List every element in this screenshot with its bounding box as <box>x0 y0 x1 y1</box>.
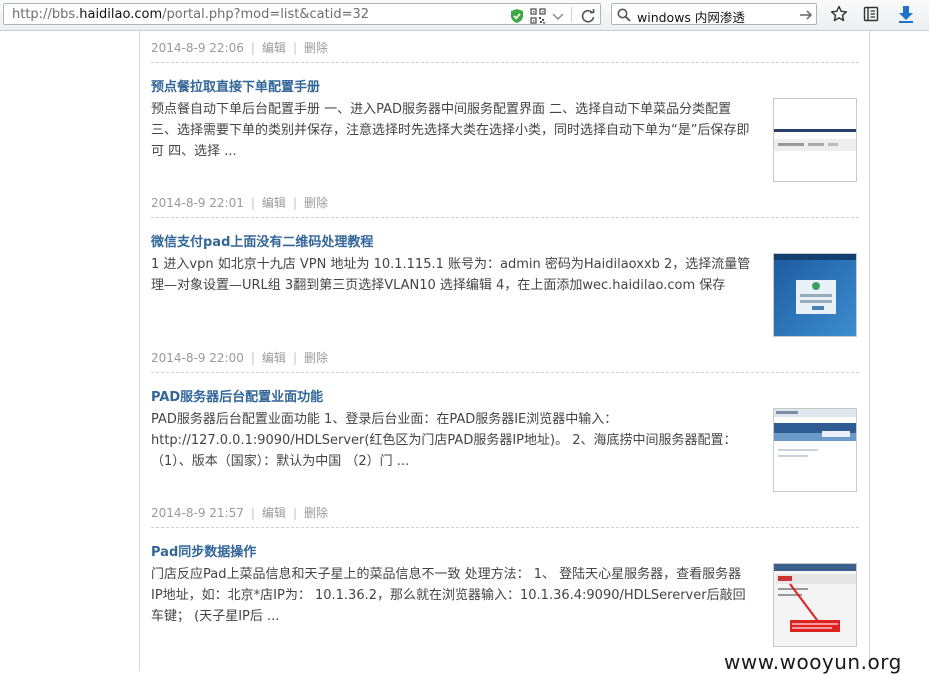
article-title[interactable]: PAD服务器后台配置业面功能 <box>151 386 323 405</box>
delete-link[interactable]: 删除 <box>304 196 328 210</box>
star-icon[interactable] <box>830 5 848 23</box>
article-date: 2014-8-9 22:01 <box>151 196 244 210</box>
article-summary: 预点餐自动下单后台配置手册 一、进入PAD服务器中间服务配置界面 二、选择自动下… <box>151 102 750 159</box>
article-meta: 2014-8-9 22:06 | 编辑 | 删除 <box>151 41 328 55</box>
article-thumbnail[interactable] <box>773 563 857 647</box>
article-thumbnail[interactable] <box>773 98 857 182</box>
search-bar[interactable]: windows 内网渗透 <box>611 3 817 25</box>
edit-link[interactable]: 编辑 <box>262 351 286 365</box>
article-date: 2014-8-9 22:06 <box>151 41 244 55</box>
article-thumbnail[interactable] <box>773 408 857 492</box>
delete-link[interactable]: 删除 <box>304 351 328 365</box>
clipboard-icon[interactable] <box>862 5 880 23</box>
article-meta: 2014-8-9 22:01 | 编辑 | 删除 <box>151 196 328 210</box>
download-arrow-icon[interactable] <box>896 4 916 24</box>
url-divider <box>571 7 572 22</box>
search-input[interactable]: windows 内网渗透 <box>637 7 745 26</box>
edit-link[interactable]: 编辑 <box>262 196 286 210</box>
address-bar[interactable]: http://bbs.haidilao.com/portal.php?mod=l… <box>3 3 601 25</box>
article-summary: 1 进入vpn 如北京十九店 VPN 地址为 10.1.115.1 账号为：ad… <box>151 257 751 293</box>
thumbnail-image <box>774 564 856 646</box>
article-meta: 2014-8-9 21:57 | 编辑 | 删除 <box>151 506 328 520</box>
article-date: 2014-8-9 22:00 <box>151 351 244 365</box>
page-viewport: 2014-8-9 22:06 | 编辑 | 删除 预点餐拉取直接下单配置手册 预点餐自动… <box>0 31 929 674</box>
edit-link[interactable]: 编辑 <box>262 41 286 55</box>
thumbnail-image <box>774 254 856 336</box>
chevron-down-icon[interactable] <box>550 8 566 24</box>
divider <box>151 372 859 373</box>
divider <box>151 527 859 528</box>
search-icon <box>617 8 631 22</box>
edit-link[interactable]: 编辑 <box>262 506 286 520</box>
article-title[interactable]: Pad同步数据操作 <box>151 541 256 560</box>
article-meta: 2014-8-9 22:00 | 编辑 | 删除 <box>151 351 328 365</box>
qr-code-icon[interactable] <box>530 8 546 24</box>
article-summary: PAD服务器后台配置业面功能 1、登录后台业面：在PAD服务器IE浏览器中输入：… <box>151 412 737 469</box>
arrow-right-icon[interactable] <box>798 7 814 23</box>
divider <box>151 217 859 218</box>
divider <box>151 62 859 63</box>
browser-toolbar: http://bbs.haidilao.com/portal.php?mod=l… <box>0 0 929 31</box>
article-title[interactable]: 微信支付pad上面没有二维码处理教程 <box>151 231 373 250</box>
article-summary: 门店反应Pad上菜品信息和天子星上的菜品信息不一致 处理方法： 1、 登陆天心星… <box>151 567 746 624</box>
article-date: 2014-8-9 21:57 <box>151 506 244 520</box>
shield-check-icon[interactable] <box>509 8 525 24</box>
reload-icon[interactable] <box>580 8 596 24</box>
article-title[interactable]: 预点餐拉取直接下单配置手册 <box>151 76 320 95</box>
thumbnail-image <box>774 99 856 181</box>
article-thumbnail[interactable] <box>773 253 857 337</box>
delete-link[interactable]: 删除 <box>304 41 328 55</box>
delete-link[interactable]: 删除 <box>304 506 328 520</box>
thumbnail-image <box>774 409 856 491</box>
article-list: 2014-8-9 22:06 | 编辑 | 删除 预点餐拉取直接下单配置手册 预点餐自动… <box>139 31 870 671</box>
watermark: www.wooyun.org <box>724 650 902 674</box>
url-text: http://bbs.haidilao.com/portal.php?mod=l… <box>12 7 370 22</box>
